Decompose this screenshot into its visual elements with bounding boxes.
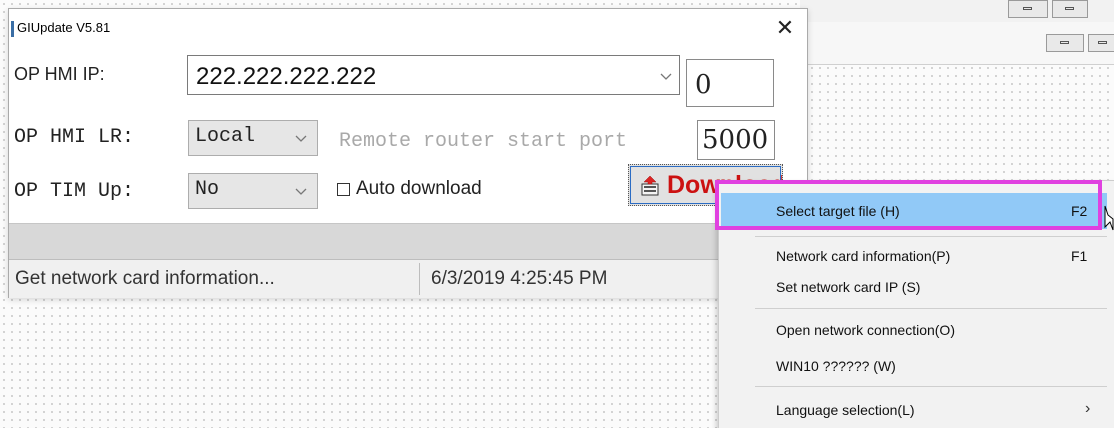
chevron-down-icon[interactable] [293, 130, 309, 146]
tim-combobox[interactable]: No [188, 173, 318, 209]
hmi-lr-value: Local [195, 125, 256, 148]
menu-item-language-selection[interactable]: Language selection(L) › [721, 392, 1107, 428]
status-message: Get network card information... [15, 268, 275, 289]
hmi-ip-side-value: 0 [695, 70, 712, 100]
hmi-ip-value: 222.222.222.222 [196, 63, 377, 90]
menu-item-label: Network card information(P) [776, 248, 951, 264]
status-separator [419, 263, 420, 295]
remote-port-label: Remote router start port [339, 130, 628, 153]
hmi-lr-label: OP HMI LR: [14, 126, 135, 149]
window-title: GIUpdate V5.81 [17, 20, 111, 35]
chevron-right-icon: › [1085, 400, 1091, 417]
remote-port-value: 5000 [702, 125, 769, 155]
menu-item-shortcut: F1 [1071, 248, 1088, 264]
menu-item-label: WIN10 ?????? (W) [776, 358, 896, 374]
background-minimize-button[interactable] [1008, 0, 1048, 18]
background-window-button[interactable] [1052, 0, 1088, 18]
chevron-down-icon[interactable] [658, 68, 674, 84]
close-icon: ✕ [775, 15, 795, 40]
close-button[interactable]: ✕ [767, 13, 803, 43]
app-icon [11, 21, 14, 37]
mouse-cursor-icon [1104, 205, 1114, 231]
menu-item-win10[interactable]: WIN10 ?????? (W) [721, 348, 1107, 384]
background-window-top [800, 0, 1114, 23]
auto-download-checkbox[interactable] [337, 183, 350, 196]
giupdate-dialog: GIUpdate V5.81 ✕ OP HMI IP: 222.222.222.… [8, 8, 808, 298]
title-bar: GIUpdate V5.81 ✕ [9, 9, 807, 47]
tim-value: No [195, 178, 220, 201]
highlight-annotation [715, 180, 1102, 230]
menu-separator [755, 308, 1107, 309]
hmi-ip-side-field[interactable]: 0 [686, 59, 774, 107]
menu-item-label: Language selection(L) [776, 402, 915, 418]
chevron-down-icon[interactable] [293, 183, 309, 199]
menu-separator [755, 386, 1107, 387]
menu-item-open-network-connection[interactable]: Open network connection(O) [721, 312, 1107, 348]
remote-port-field[interactable]: 5000 [697, 120, 775, 160]
status-datetime: 6/3/2019 4:25:45 PM [431, 268, 608, 289]
hmi-ip-label: OP HMI IP: [14, 64, 105, 84]
background-window-titlebar [800, 22, 1114, 65]
background-restore-button[interactable] [1088, 34, 1114, 52]
download-icon [641, 176, 659, 196]
menu-item-label: Set network card IP (S) [776, 279, 921, 295]
progress-bar [9, 223, 807, 260]
background-minimize-button-2[interactable] [1046, 34, 1084, 52]
tim-label: OP TIM Up: [14, 180, 135, 203]
auto-download-label: Auto download [356, 178, 482, 199]
hmi-lr-combobox[interactable]: Local [188, 120, 318, 156]
menu-item-label: Open network connection(O) [776, 322, 955, 338]
hmi-ip-combobox[interactable]: 222.222.222.222 [187, 55, 680, 95]
menu-item-set-network-card-ip[interactable]: Set network card IP (S) [721, 269, 1107, 305]
status-bar: Get network card information... 6/3/2019… [9, 259, 807, 298]
menu-separator [755, 236, 1107, 237]
